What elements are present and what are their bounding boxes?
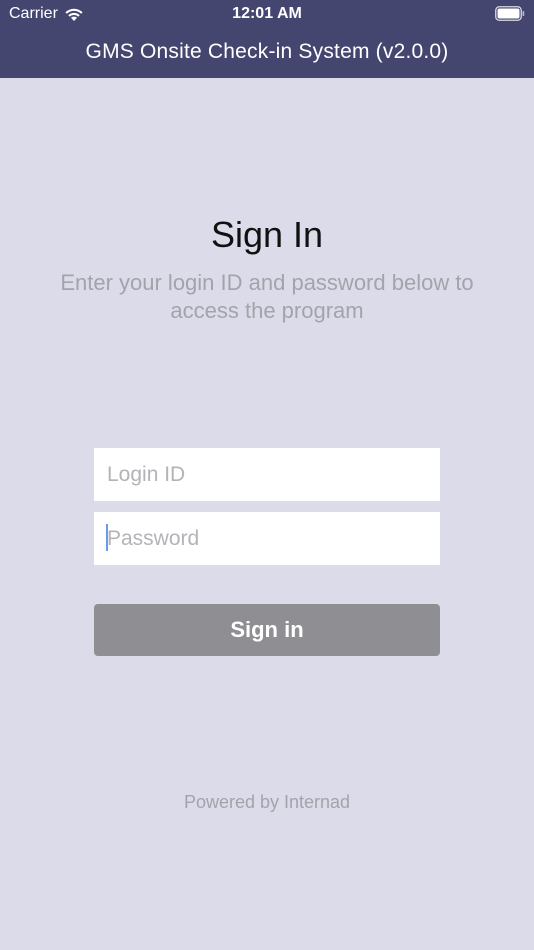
text-caret — [106, 524, 108, 551]
app-header: Carrier 12:01 AM GMS Onsite Check-in Sys… — [0, 0, 534, 78]
status-bar: Carrier 12:01 AM — [0, 0, 534, 28]
powered-by-footer: Powered by Internad — [183, 792, 351, 812]
login-id-input[interactable] — [94, 448, 440, 501]
signin-subtitle: Enter your login ID and password below t… — [60, 270, 474, 323]
status-time: 12:01 AM — [232, 5, 302, 22]
signin-title: Sign In — [210, 214, 324, 255]
battery-icon — [495, 6, 525, 21]
sign-in-button[interactable]: Sign in — [94, 604, 440, 656]
password-input[interactable] — [94, 512, 440, 565]
app-title: GMS Onsite Check-in System (v2.0.0) — [85, 40, 449, 63]
